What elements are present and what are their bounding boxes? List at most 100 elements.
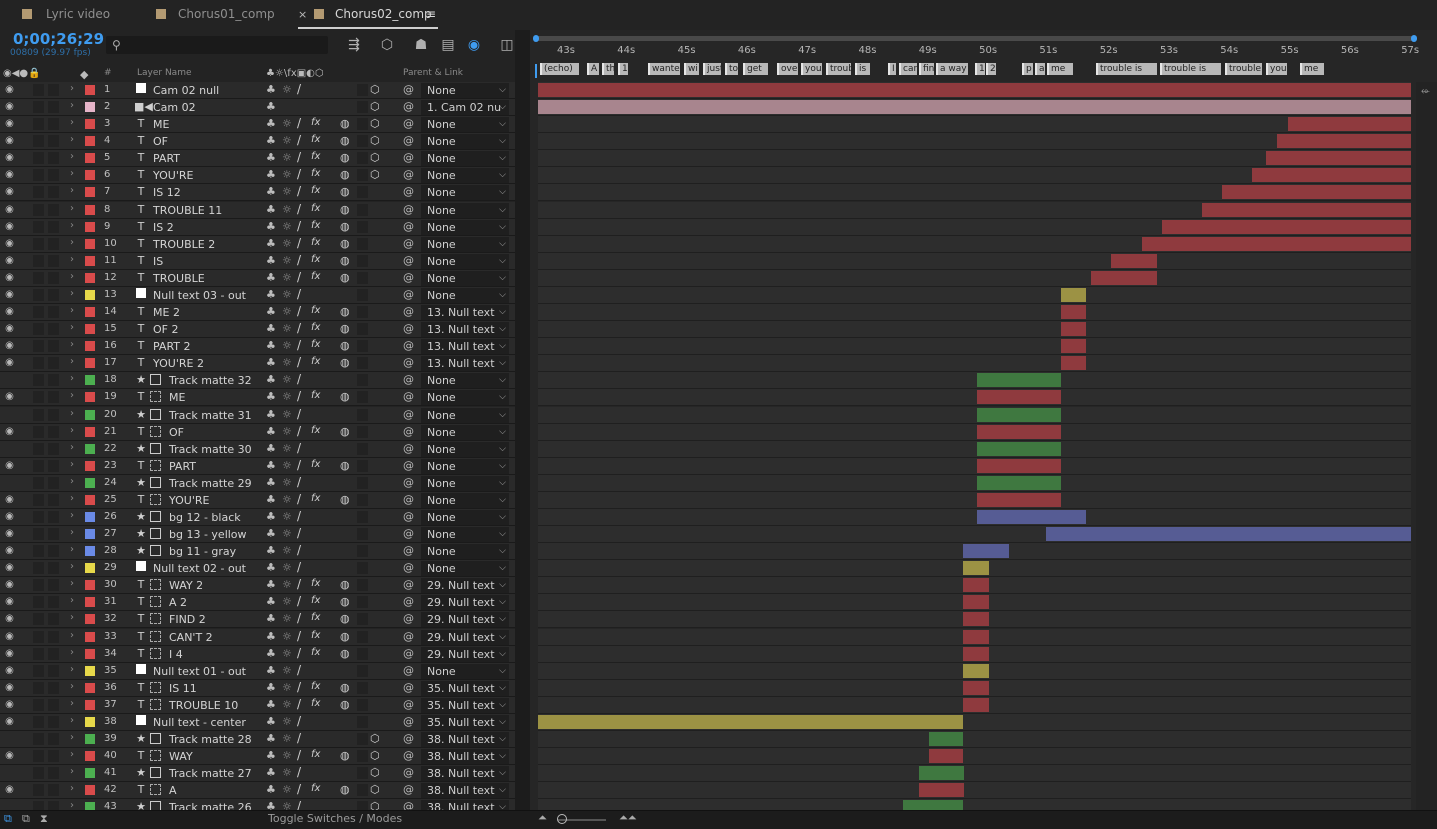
solo-switch[interactable] bbox=[33, 494, 44, 506]
collapse-icon[interactable]: ☼ bbox=[282, 151, 292, 164]
visibility-eye-icon[interactable] bbox=[3, 767, 16, 779]
solo-switch[interactable] bbox=[33, 579, 44, 591]
layer-marker[interactable]: you bbox=[1266, 63, 1287, 75]
lock-switch[interactable] bbox=[48, 357, 59, 369]
shy-icon[interactable]: ♣ bbox=[266, 544, 276, 557]
visibility-eye-icon[interactable]: ◉ bbox=[3, 306, 16, 318]
adjustment-switch[interactable] bbox=[357, 784, 368, 796]
pick-whip-icon[interactable]: @ bbox=[403, 527, 414, 540]
layer-duration-bar[interactable] bbox=[538, 83, 1411, 97]
pick-whip-icon[interactable]: @ bbox=[403, 134, 414, 147]
layer-name[interactable]: OF bbox=[153, 135, 168, 148]
pick-whip-icon[interactable]: @ bbox=[403, 83, 414, 96]
twirl-chevron-icon[interactable]: › bbox=[70, 185, 74, 196]
layer-duration-bar[interactable] bbox=[977, 459, 1061, 473]
collapse-icon[interactable]: ☼ bbox=[282, 203, 292, 216]
layer-duration-bar[interactable] bbox=[1061, 339, 1086, 353]
lock-switch[interactable] bbox=[48, 186, 59, 198]
layer-marker[interactable]: you bbox=[801, 63, 822, 75]
layer-duration-bar[interactable] bbox=[1061, 288, 1086, 302]
layer-row[interactable]: ◉ › 2 ■◀ Cam 02 ♣ ⬡ @1. Cam 02 nu ⌵ bbox=[0, 99, 515, 116]
layer-name[interactable]: YOU'RE bbox=[169, 494, 209, 507]
layer-marker[interactable]: just bbox=[703, 63, 721, 75]
shy-icon[interactable]: ♣ bbox=[266, 390, 276, 403]
quality-icon[interactable]: / bbox=[297, 765, 301, 779]
effects-icon[interactable]: fx bbox=[311, 322, 320, 333]
parent-select[interactable]: 13. Null text ⌵ bbox=[421, 305, 509, 320]
twirl-chevron-icon[interactable]: › bbox=[70, 749, 74, 760]
lock-switch[interactable] bbox=[48, 545, 59, 557]
shy-icon[interactable]: ♣ bbox=[266, 151, 276, 164]
shy-icon[interactable]: ♣ bbox=[266, 783, 276, 796]
pick-whip-icon[interactable]: @ bbox=[403, 544, 414, 557]
layer-marker[interactable]: 1 bbox=[975, 63, 985, 75]
layer-duration-bar[interactable] bbox=[963, 578, 989, 592]
current-time[interactable]: 0;00;26;29 bbox=[13, 30, 104, 48]
quality-icon[interactable]: / bbox=[297, 663, 301, 677]
layer-name[interactable]: Null text 02 - out bbox=[153, 562, 246, 575]
layer-duration-bar[interactable] bbox=[963, 544, 1009, 558]
layer-switches-icon[interactable]: ⧉ bbox=[22, 812, 30, 826]
solo-switch[interactable] bbox=[33, 682, 44, 694]
layer-row[interactable]: ◉ › 30 T WAY 2 ♣ ☼ / fx ◍ @29. Null text ⌵ bbox=[0, 577, 515, 594]
layer-duration-bar[interactable] bbox=[963, 561, 989, 575]
parent-select[interactable]: None ⌵ bbox=[421, 408, 509, 423]
toggle-switches-modes[interactable]: Toggle Switches / Modes bbox=[268, 812, 402, 825]
motion-blur-switch-icon[interactable]: ◍ bbox=[340, 185, 350, 198]
label-color-swatch[interactable] bbox=[85, 136, 95, 146]
layer-row[interactable]: › 24 ★ Track matte 29 ♣ ☼ / @ None ⌵ bbox=[0, 475, 515, 492]
label-color-swatch[interactable] bbox=[85, 512, 95, 522]
layer-duration-bar[interactable] bbox=[963, 647, 989, 661]
layer-name[interactable]: Null text 01 - out bbox=[153, 665, 246, 678]
work-area-end-handle[interactable] bbox=[1411, 35, 1417, 42]
effects-icon[interactable]: fx bbox=[311, 185, 320, 196]
adjustment-switch[interactable] bbox=[357, 272, 368, 284]
shy-icon[interactable]: ♣ bbox=[266, 715, 276, 728]
lock-switch[interactable] bbox=[48, 443, 59, 455]
visibility-eye-icon[interactable]: ◉ bbox=[3, 152, 16, 164]
layer-name[interactable]: Track matte 27 bbox=[169, 767, 252, 780]
label-color-swatch[interactable] bbox=[85, 307, 95, 317]
adjustment-switch[interactable] bbox=[357, 613, 368, 625]
layer-marker[interactable]: (echo) bbox=[540, 63, 579, 75]
layer-duration-bar[interactable] bbox=[1046, 527, 1411, 541]
layer-name[interactable]: Track matte 29 bbox=[169, 477, 252, 490]
layer-duration-bar[interactable] bbox=[1202, 203, 1411, 217]
solo-switch[interactable] bbox=[33, 409, 44, 421]
effects-icon[interactable]: fx bbox=[311, 254, 320, 265]
layer-row[interactable]: ◉ › 17 T YOU'RE 2 ♣ ☼ / fx ◍ @13. Null text ⌵ bbox=[0, 355, 515, 372]
collapse-icon[interactable]: ☼ bbox=[282, 510, 292, 523]
adjustment-switch[interactable] bbox=[357, 648, 368, 660]
twirl-chevron-icon[interactable]: › bbox=[70, 425, 74, 436]
layer-row[interactable]: › 39 ★ Track matte 28 ♣ ☼ / ⬡ @38. Null text ⌵ bbox=[0, 731, 515, 748]
quality-icon[interactable]: / bbox=[297, 82, 301, 96]
layer-duration-bar[interactable] bbox=[1222, 185, 1411, 199]
layer-name[interactable]: Null text - center bbox=[153, 716, 246, 729]
shy-icon[interactable]: ♣ bbox=[266, 203, 276, 216]
label-color-swatch[interactable] bbox=[85, 358, 95, 368]
label-color-swatch[interactable] bbox=[85, 751, 95, 761]
adjustment-switch[interactable] bbox=[357, 562, 368, 574]
solo-switch[interactable] bbox=[33, 426, 44, 438]
solo-switch[interactable] bbox=[33, 272, 44, 284]
label-color-swatch[interactable] bbox=[85, 785, 95, 795]
visibility-eye-icon[interactable]: ◉ bbox=[3, 169, 16, 181]
lock-switch[interactable] bbox=[48, 323, 59, 335]
layer-name[interactable]: bg 13 - yellow bbox=[169, 528, 247, 541]
collapse-icon[interactable]: ☼ bbox=[282, 305, 292, 318]
adjustment-switch[interactable] bbox=[357, 477, 368, 489]
layer-row[interactable]: ◉ › 1 Cam 02 null ♣ ☼ / ⬡ @ None ⌵ bbox=[0, 82, 515, 99]
visibility-eye-icon[interactable]: ◉ bbox=[3, 84, 16, 96]
visibility-eye-icon[interactable]: ◉ bbox=[3, 391, 16, 403]
layer-row[interactable]: ◉ › 37 T TROUBLE 10 ♣ ☼ / fx ◍ @35. Null text ⌵ bbox=[0, 697, 515, 714]
visibility-eye-icon[interactable]: ◉ bbox=[3, 750, 16, 762]
lock-switch[interactable] bbox=[48, 631, 59, 643]
collapse-icon[interactable]: ☼ bbox=[282, 442, 292, 455]
shy-icon[interactable]: ♣ bbox=[266, 527, 276, 540]
layer-name[interactable]: Track matte 28 bbox=[169, 733, 252, 746]
layer-row[interactable]: ◉ › 15 T OF 2 ♣ ☼ / fx ◍ @13. Null text ⌵ bbox=[0, 321, 515, 338]
layer-duration-bar[interactable] bbox=[1252, 168, 1411, 182]
layer-marker[interactable]: troub bbox=[826, 63, 851, 75]
layer-row[interactable]: ◉ › 33 T CAN'T 2 ♣ ☼ / fx ◍ @29. Null text ⌵ bbox=[0, 629, 515, 646]
layer-row[interactable]: ◉ › 42 T A ♣ ☼ / fx ◍ ⬡ @38. Null text ⌵ bbox=[0, 782, 515, 799]
